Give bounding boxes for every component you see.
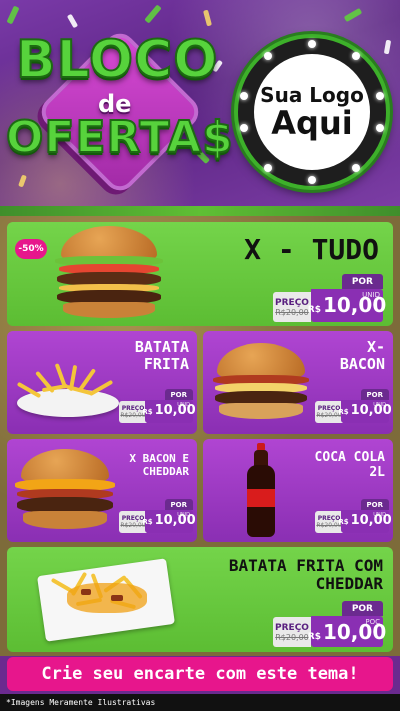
preco-label: PREÇO (275, 297, 309, 308)
price-por-label: POR (360, 389, 389, 400)
price-currency: R$ (307, 305, 321, 315)
confetti-decoration (343, 7, 363, 23)
price-por-label: POR (164, 499, 193, 510)
brand-title-top: BLOCO (15, 29, 219, 91)
logo-placeholder-badge: Sua Logo Aqui (234, 34, 390, 190)
old-price: PREÇO R$20,00 (273, 292, 311, 322)
preco-label: PREÇO (275, 622, 309, 633)
product-card-coca-cola[interactable]: COCA COLA 2L POR PREÇO R$20,00 R$ 10,00 … (203, 439, 393, 542)
product-card-batata-cheddar[interactable]: BATATA FRITA COM CHEDDAR POR PREÇO R$20,… (7, 547, 393, 652)
preco-label: PREÇO (317, 515, 341, 522)
price-tag: POR PREÇO R$20,00 R$ 10,00 UNID (315, 389, 392, 423)
product-card-x-bacon[interactable]: X- BACON POR PREÇO R$20,00 R$ 10,00 UNID (203, 331, 393, 434)
product-name: BATATA FRITA COM CHEDDAR (228, 556, 383, 594)
price-tag: POR PREÇO R$20,00 R$ 10,00 UNID (273, 274, 386, 322)
product-name: COCA COLA 2L (314, 450, 385, 480)
price-por-label: POR (341, 601, 383, 616)
cheddar-fries-icon (37, 553, 177, 645)
new-price: R$ 10,00 UNID (338, 400, 392, 423)
new-price: R$ 10,00 UNID (338, 510, 392, 533)
burger-icon (53, 226, 165, 322)
price-por-label: POR (164, 389, 193, 400)
marquee-bulb (264, 52, 272, 60)
product-name: BATATA FRITA (134, 338, 189, 374)
old-price-value: R$20,00 (275, 632, 309, 642)
price-por-label: POR (360, 499, 389, 510)
price-tag: POR PREÇO R$20,00 R$ 10,00 POÇ (273, 601, 386, 647)
confetti-decoration (6, 5, 20, 25)
confetti-decoration (144, 4, 162, 24)
discount-badge: -50% (15, 239, 47, 259)
logo-text-line2: Aqui (271, 104, 353, 143)
marquee-bulb (352, 164, 360, 172)
preco-label: PREÇO (317, 405, 341, 412)
price-currency: R$ (142, 408, 153, 416)
marquee-bulb (308, 176, 316, 184)
marquee-bulb (240, 92, 248, 100)
confetti-decoration (18, 174, 27, 188)
cta-banner[interactable]: Crie seu encarte com este tema! (7, 657, 393, 691)
fries-icon (13, 353, 123, 423)
confetti-decoration (203, 9, 212, 27)
product-card-batata-frita[interactable]: BATATA FRITA POR PREÇO R$20,00 R$ 10,00 … (7, 331, 197, 434)
price-unit: UNID (373, 402, 386, 408)
price-currency: R$ (338, 408, 349, 416)
preco-label: PREÇO (121, 515, 145, 522)
price-por-label: POR (341, 274, 383, 289)
new-price: R$ 10,00 UNID (142, 400, 196, 423)
price-unit: POÇ (365, 618, 380, 626)
product-name: X - TUDO (244, 233, 379, 266)
marquee-bulb (376, 124, 384, 132)
marquee-bulb (240, 124, 248, 132)
price-tag: POR PREÇO R$20,00 R$ 10,00 UNID (119, 499, 196, 533)
product-name: X- BACON (339, 338, 385, 374)
brand-title-bottom: OFERTA$ (5, 111, 234, 164)
marquee-bulb (352, 52, 360, 60)
price-currency: R$ (338, 518, 349, 526)
disclaimer-text: *Imagens Meramente Ilustrativas (0, 694, 400, 711)
price-unit: UNID (362, 291, 380, 299)
price-tag: POR PREÇO R$20,00 R$ 10,00 UNID (315, 499, 392, 533)
logo-inner-circle: Sua Logo Aqui (254, 54, 370, 170)
new-price: R$ 10,00 POÇ (307, 616, 386, 647)
header-banner: BLOCO de OFERTA$ Sua Logo Aqui (0, 0, 400, 216)
price-tag: POR PREÇO R$20,00 R$ 10,00 UNID (119, 389, 196, 423)
price-unit: UNID (177, 402, 190, 408)
cheddar-burger-icon (13, 449, 117, 535)
price-currency: R$ (142, 518, 153, 526)
new-price: R$ 10,00 UNID (307, 289, 386, 322)
new-price: R$ 10,00 UNID (142, 510, 196, 533)
confetti-decoration (66, 13, 79, 29)
price-unit: UNID (373, 512, 386, 518)
bacon-burger-icon (211, 343, 311, 423)
marquee-bulb (376, 92, 384, 100)
product-card-x-tudo[interactable]: -50% X - TUDO POR PREÇO R$20,00 R$ 10,00… (7, 222, 393, 326)
preco-label: PREÇO (121, 405, 145, 412)
product-card-x-bacon-cheddar[interactable]: X BACON E CHEDDAR POR PREÇO R$20,00 R$ 1… (7, 439, 197, 542)
old-price-value: R$20,00 (275, 307, 309, 317)
old-price: PREÇO R$20,00 (273, 617, 311, 647)
soda-bottle-icon (243, 443, 279, 539)
product-name: X BACON E CHEDDAR (129, 452, 189, 478)
marquee-bulb (264, 164, 272, 172)
price-currency: R$ (307, 632, 321, 642)
marquee-bulb (308, 40, 316, 48)
price-unit: UNID (177, 512, 190, 518)
confetti-decoration (383, 39, 392, 55)
